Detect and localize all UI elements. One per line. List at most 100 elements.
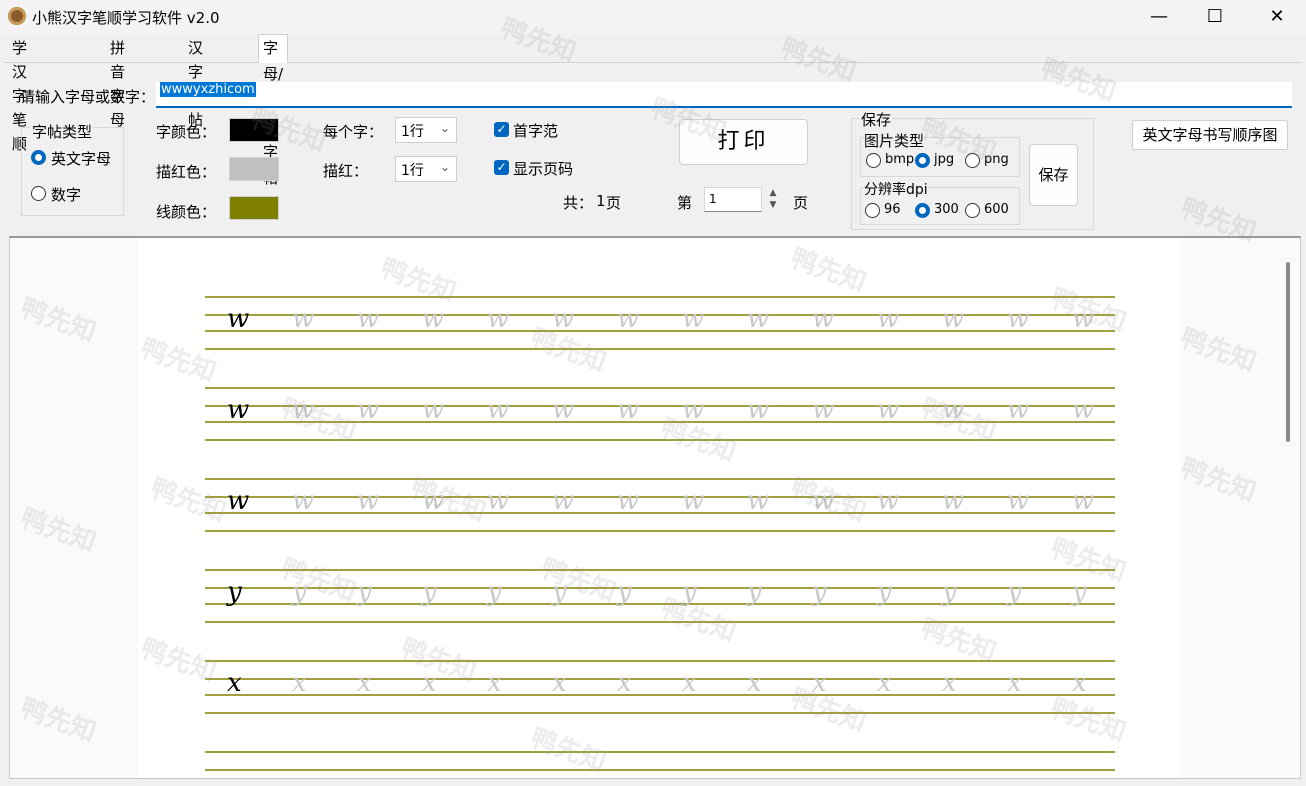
bmp-radio[interactable] bbox=[866, 153, 881, 168]
minimize-button[interactable]: — bbox=[1130, 0, 1188, 34]
guide-line bbox=[205, 387, 1115, 389]
trace-rows-select[interactable]: 1行 ⌄ bbox=[395, 156, 457, 182]
trace-letter: y bbox=[292, 577, 307, 607]
trace-letter: w bbox=[422, 486, 445, 516]
show-page-no-label: 显示页码 bbox=[513, 160, 574, 178]
trace-letter: w bbox=[942, 486, 965, 516]
trace-color-swatch[interactable] bbox=[229, 157, 279, 181]
guide-line bbox=[205, 587, 1115, 589]
dpi-600-radio[interactable] bbox=[965, 203, 980, 218]
trace-letter: w bbox=[552, 395, 575, 425]
trace-rows-value: 1行 bbox=[401, 163, 424, 179]
guide-line bbox=[205, 751, 1115, 753]
trace-letter: w bbox=[422, 395, 445, 425]
window-title: 小熊汉字笔顺学习软件 v2.0 bbox=[32, 9, 220, 27]
trace-letter: w bbox=[1072, 304, 1095, 334]
trace-letter: w bbox=[617, 395, 640, 425]
preview-scrollbar[interactable] bbox=[1286, 262, 1290, 442]
total-pages-prefix: 共： bbox=[563, 194, 594, 212]
trace-letter: x bbox=[552, 668, 567, 698]
tab-hanzi-copybook[interactable]: 汉字字帖 bbox=[184, 36, 207, 129]
copybook-preview[interactable]: w w w w w w w w w w w w w w w w w w w w w w w w w w w w w w w w w w w w w w w w… bbox=[9, 236, 1301, 779]
trace-letter: x bbox=[617, 668, 632, 698]
close-button[interactable]: ✕ bbox=[1248, 0, 1306, 34]
trace-letter: w bbox=[357, 486, 380, 516]
guide-line bbox=[205, 712, 1115, 714]
trace-letter: x bbox=[1072, 668, 1087, 698]
trace-letter: w bbox=[682, 304, 705, 334]
trace-rows-label: 描红： bbox=[323, 162, 369, 180]
image-type-title: 图片类型 bbox=[864, 130, 925, 151]
tab-pinyin[interactable]: 拼音字母 bbox=[106, 36, 129, 129]
trace-letter: w bbox=[1072, 486, 1095, 516]
trace-letter: w bbox=[747, 304, 770, 334]
trace-letter: w bbox=[682, 395, 705, 425]
trace-letter: x bbox=[747, 668, 762, 698]
spin-down-icon[interactable]: ▼ bbox=[764, 199, 782, 211]
trace-letter: y bbox=[877, 577, 892, 607]
trace-letter: w bbox=[1007, 486, 1030, 516]
jpg-radio[interactable] bbox=[915, 153, 930, 168]
trace-letter: x bbox=[942, 668, 957, 698]
guide-line bbox=[205, 694, 1115, 696]
trace-letter: x bbox=[812, 668, 827, 698]
png-radio[interactable] bbox=[965, 153, 980, 168]
trace-letter: x bbox=[487, 668, 502, 698]
trace-letter: w bbox=[1007, 304, 1030, 334]
trace-letter: w bbox=[617, 486, 640, 516]
stroke-order-chart-button[interactable]: 英文字母书写顺序图 bbox=[1132, 120, 1288, 150]
numbers-label: 数字 bbox=[51, 186, 82, 204]
trace-letter: w bbox=[487, 486, 510, 516]
trace-letter: w bbox=[292, 486, 315, 516]
trace-letter: w bbox=[877, 486, 900, 516]
english-letters-radio[interactable] bbox=[31, 150, 46, 165]
trace-letter: w bbox=[292, 304, 315, 334]
trace-letter: x bbox=[877, 668, 892, 698]
trace-letter: y bbox=[357, 577, 372, 607]
save-button[interactable]: 保存 bbox=[1029, 144, 1078, 206]
sample-letter: y bbox=[227, 577, 242, 607]
numbers-radio[interactable] bbox=[31, 186, 46, 201]
dpi-title: 分辨率dpi bbox=[864, 179, 928, 199]
guide-line bbox=[205, 621, 1115, 623]
first-sample-checkbox[interactable]: ✓ bbox=[494, 122, 509, 137]
trace-letter: w bbox=[422, 304, 445, 334]
dpi-96-label: 96 bbox=[884, 202, 901, 217]
dpi-600-label: 600 bbox=[984, 202, 1009, 217]
trace-letter: w bbox=[357, 395, 380, 425]
trace-letter: y bbox=[747, 577, 762, 607]
trace-letter: y bbox=[1072, 577, 1087, 607]
line-color-label: 线颜色： bbox=[156, 203, 217, 221]
dpi-96-radio[interactable] bbox=[865, 203, 880, 218]
trace-letter: w bbox=[292, 395, 315, 425]
current-page-suffix: 页 bbox=[793, 194, 809, 212]
show-page-no-checkbox[interactable]: ✓ bbox=[494, 160, 509, 175]
guide-line bbox=[205, 439, 1115, 441]
trace-letter: w bbox=[487, 395, 510, 425]
trace-letter: w bbox=[552, 304, 575, 334]
guide-line bbox=[205, 530, 1115, 532]
maximize-button[interactable]: ☐ bbox=[1186, 0, 1244, 34]
char-color-swatch[interactable] bbox=[229, 118, 279, 142]
dpi-300-label: 300 bbox=[934, 202, 959, 217]
spin-up-icon[interactable]: ▲ bbox=[764, 187, 782, 199]
bear-app-icon bbox=[8, 7, 26, 25]
per-char-select[interactable]: 1行 ⌄ bbox=[395, 117, 457, 143]
trace-letter: x bbox=[1007, 668, 1022, 698]
page-number-input[interactable]: 1 bbox=[704, 187, 762, 212]
trace-letter: y bbox=[617, 577, 632, 607]
tab-hanzi-stroke[interactable]: 学汉字笔顺 bbox=[8, 36, 31, 153]
guide-line bbox=[205, 603, 1115, 605]
guide-line bbox=[205, 512, 1115, 514]
per-char-value: 1行 bbox=[401, 124, 424, 140]
print-button[interactable]: 打印 bbox=[679, 119, 808, 165]
trace-letter: x bbox=[292, 668, 307, 698]
guide-line bbox=[205, 678, 1115, 680]
page-spinner[interactable]: ▲ ▼ bbox=[764, 187, 782, 212]
first-sample-label: 首字范 bbox=[513, 122, 559, 140]
dpi-300-radio[interactable] bbox=[915, 203, 930, 218]
line-color-swatch[interactable] bbox=[229, 196, 279, 220]
letters-input[interactable]: wwwyxzhicom bbox=[156, 82, 1292, 108]
tab-letter-number-copybook[interactable]: 字母/数字字帖 bbox=[258, 34, 289, 187]
guide-line bbox=[205, 496, 1115, 498]
